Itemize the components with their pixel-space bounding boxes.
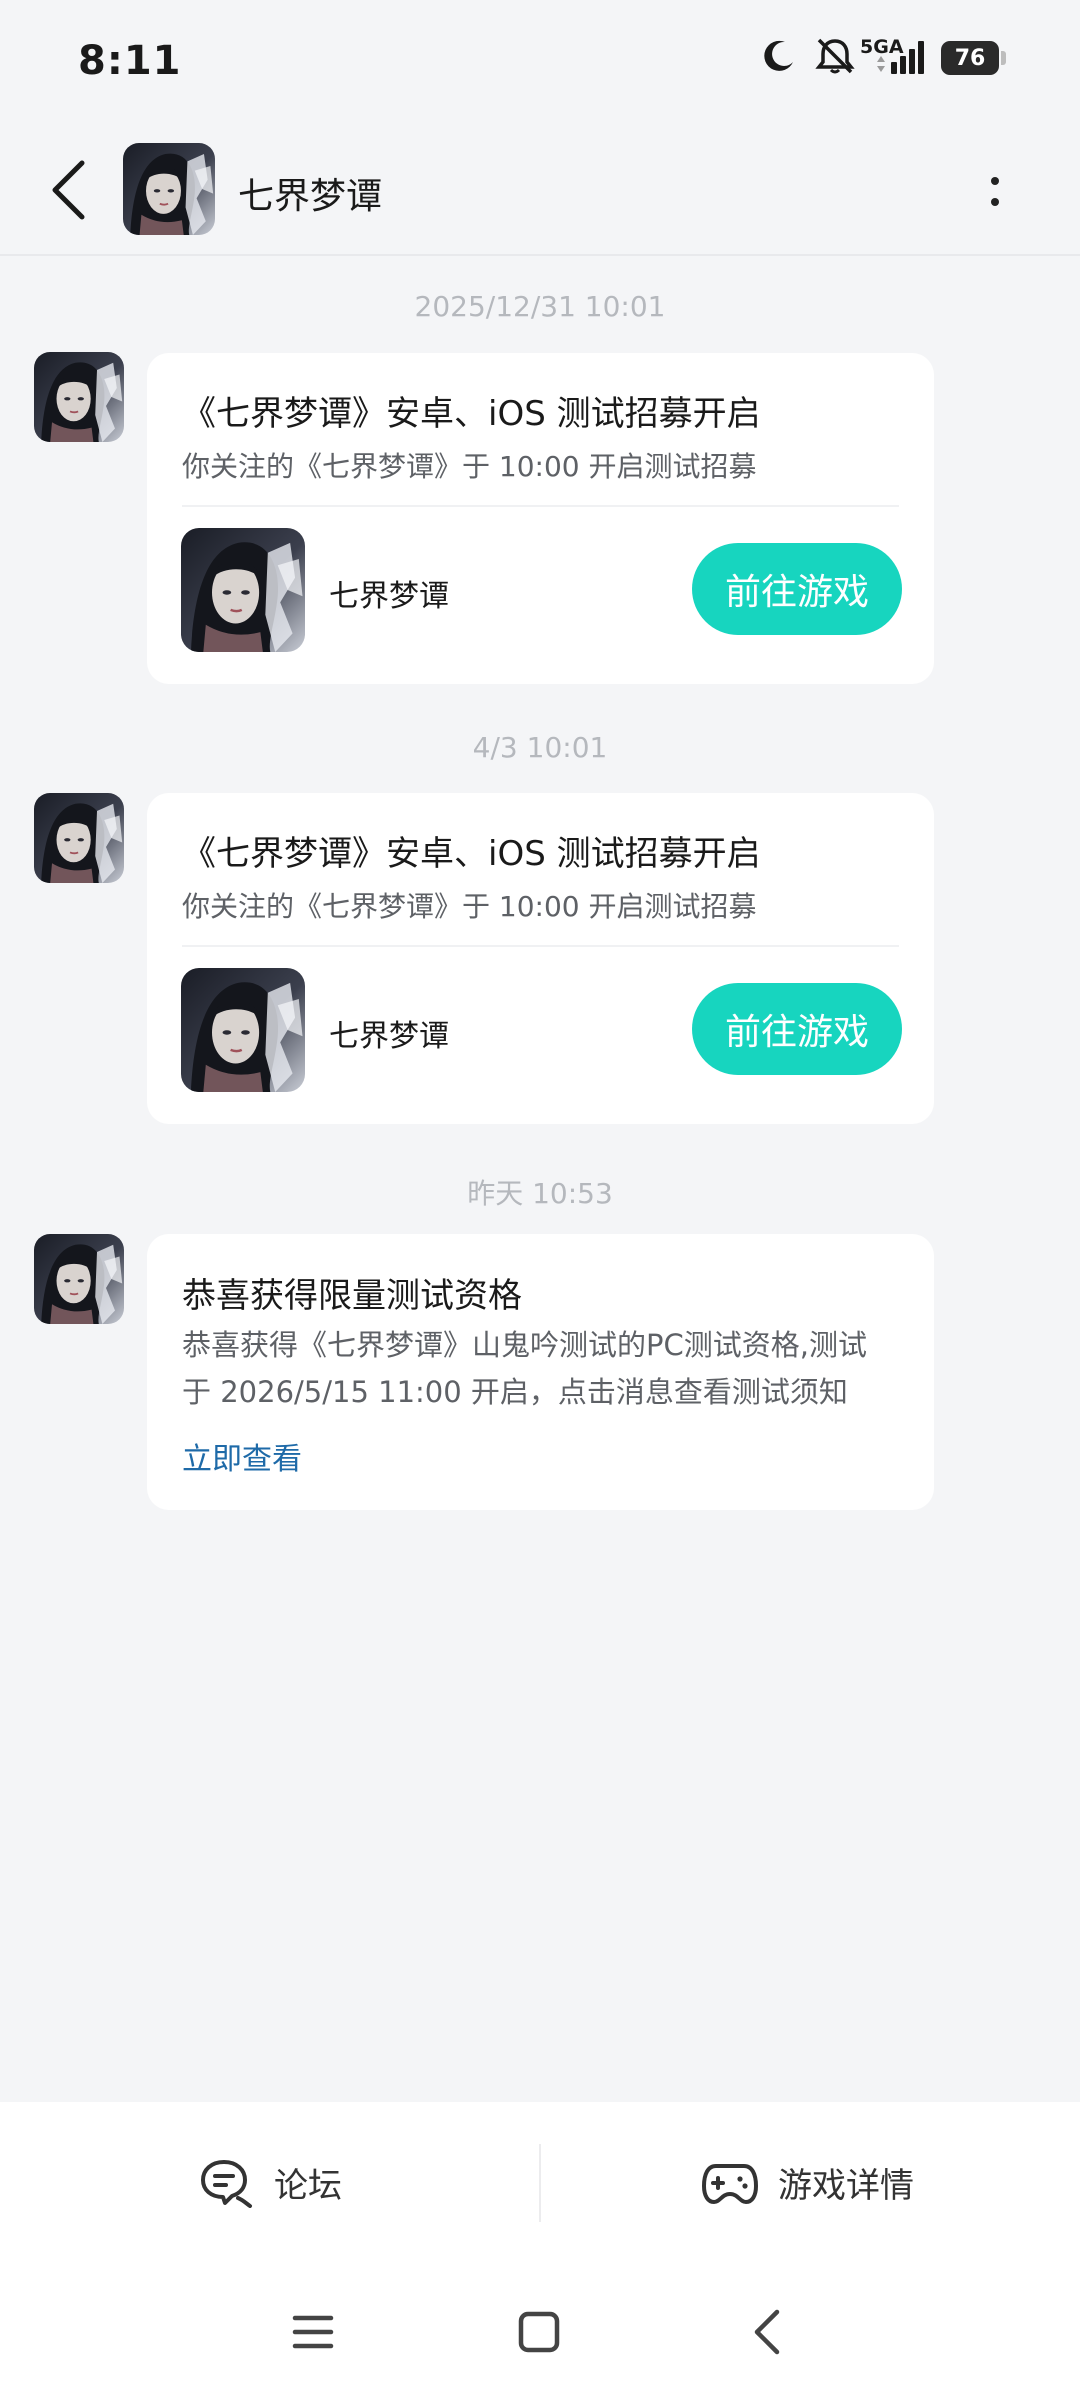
bottom-action-bar: 论坛 游戏详情	[0, 2102, 1080, 2262]
chat-header: 七界梦谭	[0, 125, 1080, 256]
battery-level: 76	[941, 41, 999, 75]
more-button[interactable]	[975, 163, 1015, 219]
message-body: 恭喜获得《七界梦谭》山鬼吟测试的PC测试资格,测试 于 2026/5/15 11…	[182, 1322, 912, 1416]
status-bar: 8:11 5GA 76	[0, 0, 1080, 125]
message-subtitle: 你关注的《七界梦谭》于 10:00 开启测试招募	[182, 450, 757, 483]
back-button[interactable]	[40, 155, 96, 225]
game-name: 七界梦谭	[329, 1019, 449, 1054]
moon-icon	[759, 36, 799, 80]
message-timestamp: 2025/12/31 10:01	[414, 290, 666, 323]
message-body-line: 于 2026/5/15 11:00 开启，点击消息查看测试须知	[182, 1375, 848, 1409]
app-screen: 8:11 5GA 76 七界梦谭 2025/12/31 10:01 《七界梦谭》…	[0, 0, 1080, 2400]
message-title: 恭喜获得限量测试资格	[182, 1276, 522, 1316]
nav-back-button[interactable]	[737, 2302, 797, 2362]
forum-icon	[201, 2160, 252, 2208]
status-icons: 76	[759, 36, 1006, 80]
game-thumbnail[interactable]	[181, 968, 305, 1092]
message-card[interactable]: 《七界梦谭》安卓、iOS 测试招募开启 你关注的《七界梦谭》于 10:00 开启…	[147, 793, 934, 1124]
game-detail-button[interactable]: 游戏详情	[702, 2102, 914, 2262]
game-detail-label: 游戏详情	[778, 2165, 914, 2206]
message-title: 《七界梦谭》安卓、iOS 测试招募开启	[182, 394, 761, 434]
back-arrow-icon	[52, 160, 85, 220]
nav-back-icon	[754, 2309, 780, 2355]
page-title: 七界梦谭	[238, 176, 383, 217]
system-nav-bar	[0, 2262, 1080, 2400]
go-to-game-button[interactable]: 前往游戏	[692, 983, 902, 1075]
gamepad-icon	[702, 2164, 758, 2204]
game-name: 七界梦谭	[329, 579, 449, 614]
game-thumbnail[interactable]	[181, 528, 305, 652]
forum-button[interactable]: 论坛	[198, 2102, 342, 2262]
card-divider	[182, 505, 899, 507]
recent-apps-button[interactable]	[283, 2302, 343, 2362]
message-card[interactable]: 恭喜获得限量测试资格 恭喜获得《七界梦谭》山鬼吟测试的PC测试资格,测试 于 2…	[147, 1234, 934, 1510]
message-timestamp: 4/3 10:01	[472, 731, 608, 764]
sender-avatar[interactable]	[34, 1234, 124, 1324]
message-body-line: 恭喜获得《七界梦谭》山鬼吟测试的PC测试资格,测试	[182, 1328, 867, 1362]
signal-icon	[871, 36, 927, 80]
go-to-game-button[interactable]: 前往游戏	[692, 543, 902, 635]
message-timestamp: 昨天 10:53	[467, 1177, 613, 1210]
status-time: 8:11	[78, 38, 182, 84]
message-title: 《七界梦谭》安卓、iOS 测试招募开启	[182, 834, 761, 874]
message-subtitle: 你关注的《七界梦谭》于 10:00 开启测试招募	[182, 890, 757, 923]
forum-label: 论坛	[274, 2165, 342, 2206]
home-square-icon	[518, 2311, 560, 2353]
sender-avatar[interactable]	[34, 352, 124, 442]
menu-icon	[292, 2315, 334, 2349]
view-now-link[interactable]: 立即查看	[182, 1434, 302, 1478]
more-vertical-icon	[991, 176, 999, 185]
bell-muted-icon	[813, 36, 857, 80]
card-divider	[182, 945, 899, 947]
home-button[interactable]	[509, 2302, 569, 2362]
header-avatar[interactable]	[123, 143, 215, 235]
sender-avatar[interactable]	[34, 793, 124, 883]
bottom-bar-divider	[539, 2144, 541, 2222]
message-card[interactable]: 《七界梦谭》安卓、iOS 测试招募开启 你关注的《七界梦谭》于 10:00 开启…	[147, 353, 934, 684]
battery-icon: 76	[941, 41, 1006, 75]
